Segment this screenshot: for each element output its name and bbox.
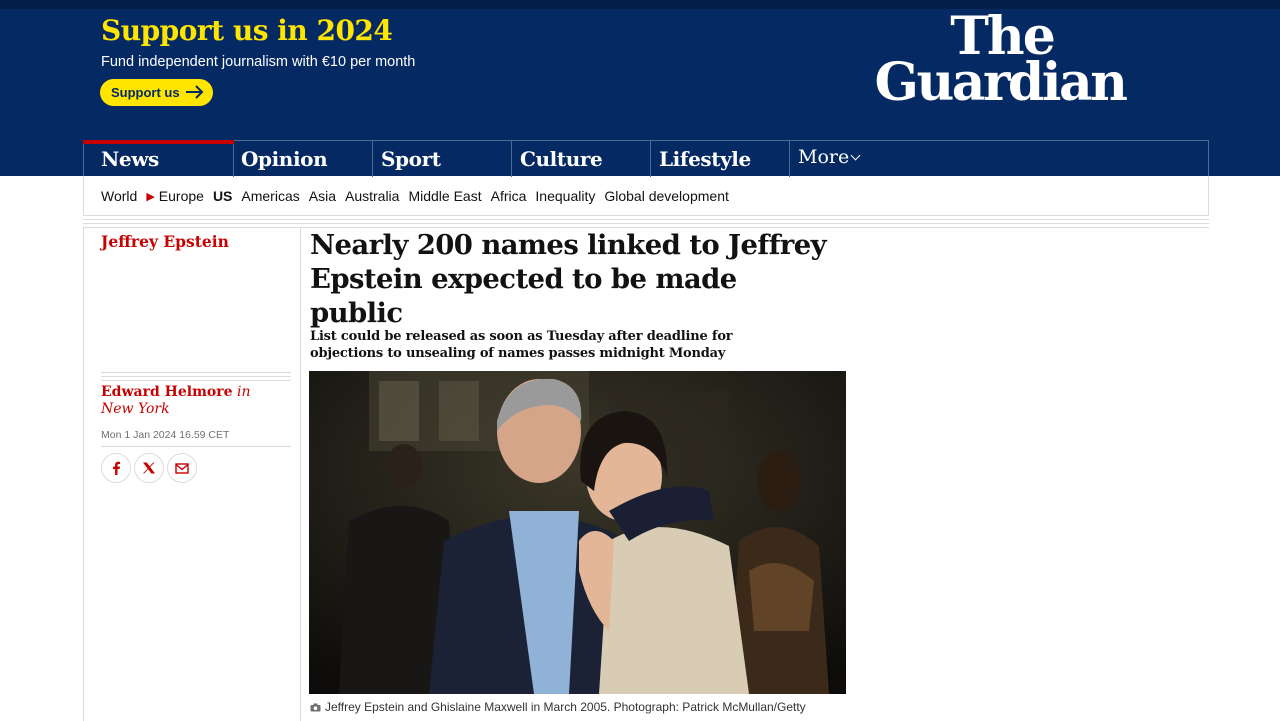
- facebook-icon: [113, 461, 120, 475]
- subnav-europe[interactable]: Europe: [159, 188, 204, 204]
- nav-more-label: More: [798, 146, 850, 168]
- share-twitter-button[interactable]: [134, 453, 164, 483]
- subnav-global-development[interactable]: Global development: [604, 188, 729, 204]
- article-standfirst: List could be released as soon as Tuesda…: [310, 329, 733, 361]
- nav-more-menu[interactable]: More: [790, 141, 861, 177]
- subnav-world[interactable]: World: [101, 188, 137, 204]
- column-border: [300, 228, 301, 721]
- guardian-logo[interactable]: The Guardian: [870, 11, 1130, 113]
- divider: [83, 219, 1209, 220]
- sub-nav: World ▶ Europe US Americas Asia Australi…: [83, 176, 1209, 216]
- nav-pillar-label: Culture: [520, 147, 603, 171]
- email-icon: [175, 462, 189, 474]
- divider: [83, 215, 1209, 216]
- subnav-africa[interactable]: Africa: [491, 188, 527, 204]
- subnav-inequality[interactable]: Inequality: [535, 188, 595, 204]
- author-link[interactable]: Edward Helmore: [101, 384, 233, 400]
- share-email-button[interactable]: [167, 453, 197, 483]
- arrow-right-icon: [186, 85, 204, 99]
- subnav-americas[interactable]: Americas: [241, 188, 299, 204]
- meta-divider: [101, 372, 291, 384]
- byline: Edward Helmore in New York: [101, 384, 281, 418]
- nav-pillar-news[interactable]: News: [83, 140, 234, 177]
- share-buttons: [101, 453, 200, 483]
- article-main-photo: [309, 371, 846, 694]
- nav-pillar-label: Sport: [381, 147, 441, 171]
- article-headline: Nearly 200 names linked to Jeffrey Epste…: [310, 229, 827, 329]
- subnav-australia[interactable]: Australia: [345, 188, 399, 204]
- publish-date: Mon 1 Jan 2024 16.59 CET: [101, 429, 230, 441]
- subnav-middle-east[interactable]: Middle East: [408, 188, 481, 204]
- nav-pillar-label: News: [101, 147, 159, 171]
- series-link[interactable]: Jeffrey Epstein: [101, 232, 229, 251]
- photo-caption: Jeffrey Epstein and Ghislaine Maxwell in…: [310, 700, 850, 714]
- pillar-nav: News Opinion Sport Culture Lifestyle Mor…: [83, 140, 1209, 177]
- nav-pillar-label: Opinion: [241, 147, 328, 171]
- support-button-label: Support us: [111, 85, 180, 100]
- twitter-icon: [143, 462, 155, 474]
- divider: [83, 223, 1209, 224]
- nav-pillar-opinion[interactable]: Opinion: [234, 141, 373, 177]
- subnav-asia[interactable]: Asia: [309, 188, 336, 204]
- photo-illustration: [309, 371, 846, 694]
- caption-text: Jeffrey Epstein and Ghislaine Maxwell in…: [325, 700, 806, 714]
- nav-pillar-culture[interactable]: Culture: [512, 141, 651, 177]
- divider: [101, 446, 291, 447]
- nav-pillar-sport[interactable]: Sport: [373, 141, 512, 177]
- triangle-right-icon: ▶: [146, 190, 155, 203]
- top-strip: [0, 0, 1280, 9]
- support-us-button[interactable]: Support us: [100, 79, 213, 106]
- logo-line-guardian: Guardian: [874, 52, 1128, 113]
- share-facebook-button[interactable]: [101, 453, 131, 483]
- subnav-us[interactable]: US: [213, 188, 232, 204]
- camera-icon: [310, 703, 321, 712]
- nav-pillar-label: Lifestyle: [659, 147, 751, 171]
- support-title: Support us in 2024: [101, 14, 393, 47]
- nav-pillar-lifestyle[interactable]: Lifestyle: [651, 141, 790, 177]
- support-subtitle: Fund independent journalism with €10 per…: [101, 54, 416, 70]
- chevron-down-icon: [850, 150, 861, 161]
- column-border: [83, 228, 84, 721]
